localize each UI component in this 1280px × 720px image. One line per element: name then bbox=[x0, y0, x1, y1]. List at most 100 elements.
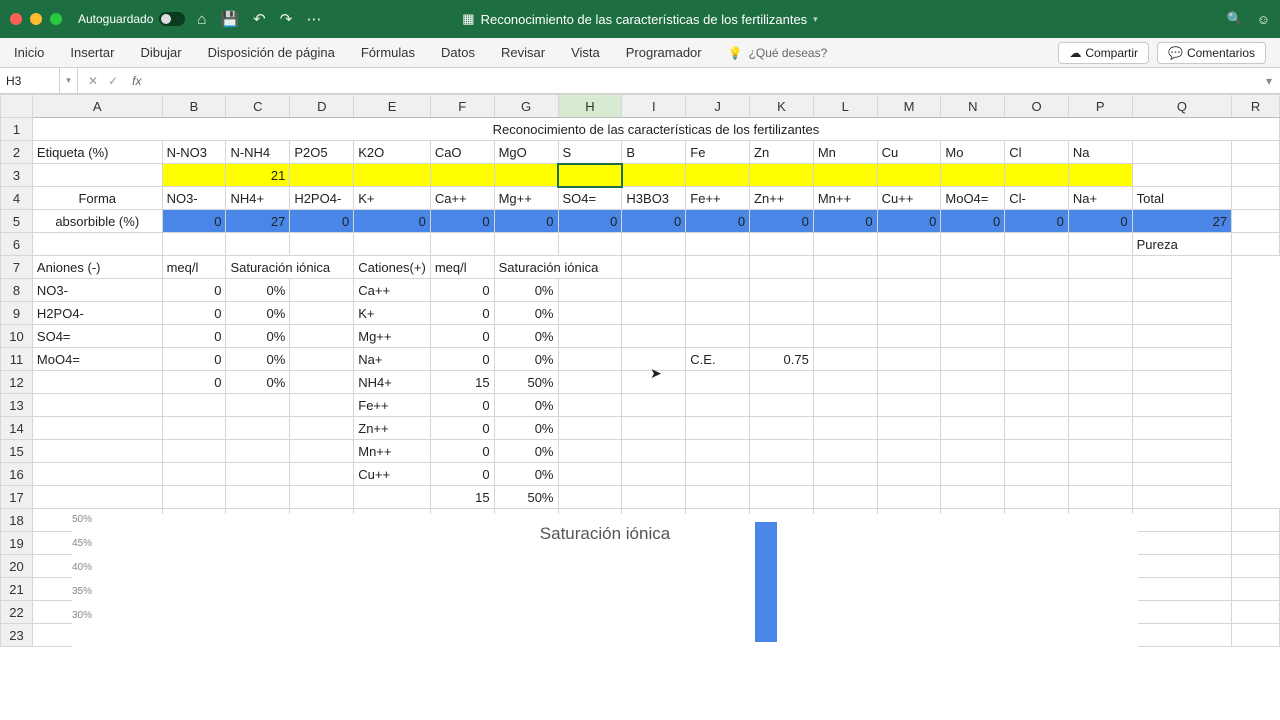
col-header-Q[interactable]: Q bbox=[1132, 95, 1232, 118]
cell[interactable] bbox=[877, 256, 941, 279]
cell[interactable] bbox=[622, 601, 686, 624]
row-header-9[interactable]: 9 bbox=[1, 302, 33, 325]
cell[interactable] bbox=[162, 532, 226, 555]
cell[interactable] bbox=[558, 394, 622, 417]
cell[interactable]: 0% bbox=[226, 302, 290, 325]
cell[interactable] bbox=[354, 233, 431, 256]
cell[interactable] bbox=[686, 440, 750, 463]
cell[interactable] bbox=[162, 164, 226, 187]
spreadsheet-grid[interactable]: ABCDEFGHIJKLMNOPQR1Reconocimiento de las… bbox=[0, 94, 1280, 647]
cell[interactable]: Fe++ bbox=[686, 187, 750, 210]
cell[interactable] bbox=[941, 348, 1005, 371]
cell[interactable] bbox=[226, 233, 290, 256]
cell[interactable] bbox=[622, 463, 686, 486]
cell[interactable]: Aniones (-) bbox=[32, 256, 162, 279]
cell[interactable]: NO3- bbox=[162, 187, 226, 210]
cell[interactable] bbox=[622, 164, 686, 187]
cell[interactable] bbox=[750, 256, 814, 279]
col-header-N[interactable]: N bbox=[941, 95, 1005, 118]
cell[interactable] bbox=[32, 371, 162, 394]
cell[interactable] bbox=[430, 532, 494, 555]
cell[interactable] bbox=[941, 624, 1005, 647]
cell[interactable] bbox=[1132, 417, 1232, 440]
redo-icon[interactable]: ↷ bbox=[280, 10, 293, 28]
cell[interactable] bbox=[1068, 555, 1132, 578]
cancel-icon[interactable]: ✕ bbox=[88, 74, 98, 88]
cell[interactable] bbox=[226, 532, 290, 555]
cell[interactable] bbox=[622, 279, 686, 302]
cell[interactable] bbox=[813, 256, 877, 279]
cell[interactable]: Fe++ bbox=[354, 394, 431, 417]
cell[interactable] bbox=[686, 417, 750, 440]
cell[interactable] bbox=[226, 463, 290, 486]
col-header-I[interactable]: I bbox=[622, 95, 686, 118]
name-box[interactable]: H3 bbox=[0, 68, 60, 93]
cell[interactable] bbox=[1132, 601, 1232, 624]
tab-revisar[interactable]: Revisar bbox=[501, 45, 545, 60]
select-all-corner[interactable] bbox=[1, 95, 33, 118]
cell[interactable]: 0 bbox=[162, 279, 226, 302]
col-header-H[interactable]: H bbox=[558, 95, 622, 118]
cell[interactable]: N-NO3 bbox=[162, 141, 226, 164]
cell[interactable]: CaO bbox=[430, 141, 494, 164]
cell[interactable] bbox=[877, 532, 941, 555]
row-header-21[interactable]: 21 bbox=[1, 578, 33, 601]
cell[interactable]: Total bbox=[1132, 187, 1232, 210]
row-header-16[interactable]: 16 bbox=[1, 463, 33, 486]
cell[interactable] bbox=[941, 233, 1005, 256]
cell[interactable] bbox=[686, 532, 750, 555]
cell[interactable] bbox=[877, 509, 941, 532]
cell[interactable] bbox=[1068, 164, 1132, 187]
cell[interactable] bbox=[32, 486, 162, 509]
col-header-B[interactable]: B bbox=[162, 95, 226, 118]
cell[interactable] bbox=[32, 164, 162, 187]
row-header-10[interactable]: 10 bbox=[1, 325, 33, 348]
row-header-8[interactable]: 8 bbox=[1, 279, 33, 302]
cell[interactable] bbox=[290, 463, 354, 486]
cell[interactable] bbox=[558, 624, 622, 647]
cell[interactable]: Zn++ bbox=[750, 187, 814, 210]
cell[interactable] bbox=[558, 348, 622, 371]
search-icon[interactable]: 🔍 bbox=[1227, 11, 1243, 27]
cell[interactable]: NH4+ bbox=[354, 371, 431, 394]
cell[interactable] bbox=[226, 578, 290, 601]
cell[interactable] bbox=[941, 440, 1005, 463]
cell[interactable] bbox=[1005, 302, 1069, 325]
cell[interactable] bbox=[1005, 532, 1069, 555]
cell[interactable] bbox=[226, 394, 290, 417]
cell[interactable] bbox=[494, 624, 558, 647]
cell[interactable] bbox=[32, 440, 162, 463]
cell[interactable] bbox=[941, 601, 1005, 624]
cell[interactable] bbox=[686, 325, 750, 348]
cell[interactable] bbox=[162, 624, 226, 647]
cell[interactable] bbox=[354, 509, 431, 532]
cell[interactable] bbox=[750, 302, 814, 325]
cell[interactable]: 0 bbox=[430, 348, 494, 371]
cell[interactable] bbox=[162, 394, 226, 417]
cell[interactable] bbox=[750, 417, 814, 440]
cell[interactable] bbox=[1232, 624, 1280, 647]
cell[interactable] bbox=[1005, 256, 1069, 279]
cell[interactable]: 0% bbox=[494, 325, 558, 348]
cell[interactable] bbox=[558, 440, 622, 463]
cell[interactable]: Mg++ bbox=[354, 325, 431, 348]
cell[interactable] bbox=[1068, 463, 1132, 486]
cell[interactable] bbox=[1132, 578, 1232, 601]
tab-programador[interactable]: Programador bbox=[626, 45, 702, 60]
cell[interactable] bbox=[430, 601, 494, 624]
cell[interactable] bbox=[558, 555, 622, 578]
cell[interactable] bbox=[941, 578, 1005, 601]
cell[interactable] bbox=[558, 486, 622, 509]
cell[interactable]: 21 bbox=[226, 164, 290, 187]
name-box-dropdown[interactable]: ▾ bbox=[60, 68, 78, 93]
cell[interactable] bbox=[1232, 532, 1280, 555]
cell[interactable] bbox=[1132, 325, 1232, 348]
cell[interactable] bbox=[1068, 509, 1132, 532]
cell[interactable] bbox=[1068, 233, 1132, 256]
cell[interactable] bbox=[813, 302, 877, 325]
cell[interactable] bbox=[813, 463, 877, 486]
row-header-4[interactable]: 4 bbox=[1, 187, 33, 210]
cell[interactable]: 0 bbox=[430, 394, 494, 417]
cell[interactable] bbox=[686, 486, 750, 509]
cell[interactable] bbox=[226, 486, 290, 509]
